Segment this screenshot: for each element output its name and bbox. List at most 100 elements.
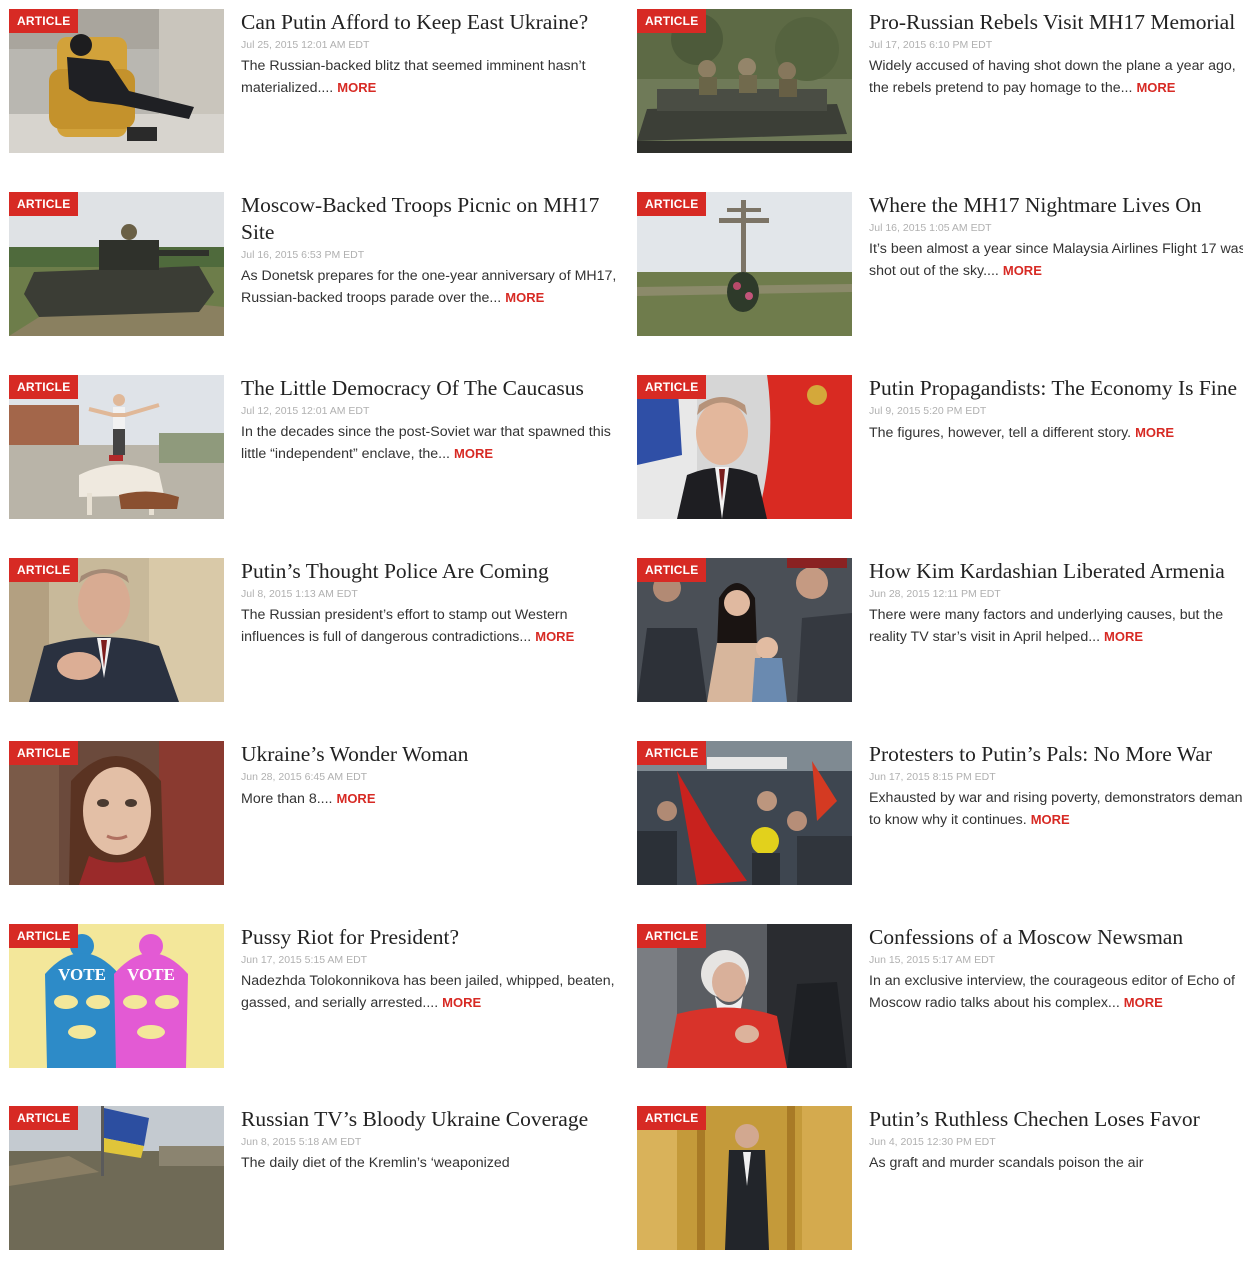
article-text: Ukraine’s Wonder Woman Jun 28, 2015 6:45… [241, 741, 623, 810]
article-excerpt: The Russian president’s effort to stamp … [241, 605, 623, 648]
article-title[interactable]: Where the MH17 Nightmare Lives On [869, 192, 1243, 219]
article-excerpt: Nadezhda Tolokonnikova has been jailed, … [241, 971, 623, 1014]
article-title[interactable]: Confessions of a Moscow Newsman [869, 924, 1243, 951]
article-text: Can Putin Afford to Keep East Ukraine? J… [241, 9, 623, 99]
excerpt-text: As graft and murder scandals poison the … [869, 1155, 1144, 1171]
more-link[interactable]: MORE [505, 290, 544, 305]
more-link[interactable]: MORE [1136, 80, 1175, 95]
more-link[interactable]: MORE [1124, 995, 1163, 1010]
article-excerpt: More than 8.... MORE [241, 788, 623, 810]
more-link[interactable]: MORE [442, 995, 481, 1010]
more-link[interactable]: MORE [535, 629, 574, 644]
excerpt-text: The Russian-backed blitz that seemed imm… [241, 58, 586, 96]
excerpt-text: It’s been almost a year since Malaysia A… [869, 241, 1243, 279]
article-title[interactable]: Moscow-Backed Troops Picnic on MH17 Site [241, 192, 623, 246]
article-thumbnail[interactable]: ARTICLE [637, 924, 852, 1068]
article-excerpt: The Russian-backed blitz that seemed imm… [241, 56, 623, 99]
more-link[interactable]: MORE [336, 791, 375, 806]
article-badge: ARTICLE [637, 741, 707, 765]
article-date: Jun 28, 2015 6:45 AM EDT [241, 771, 368, 783]
excerpt-text: Nadezhda Tolokonnikova has been jailed, … [241, 973, 615, 1011]
article-excerpt: It’s been almost a year since Malaysia A… [869, 239, 1243, 282]
article-thumbnail[interactable]: ARTICLE [9, 558, 224, 702]
article-thumbnail[interactable]: ARTICLE [637, 558, 852, 702]
article-title[interactable]: Putin’s Ruthless Chechen Loses Favor [869, 1106, 1243, 1133]
article-excerpt: The figures, however, tell a different s… [869, 422, 1243, 444]
more-link[interactable]: MORE [1031, 812, 1070, 827]
article-excerpt: In the decades since the post-Soviet war… [241, 422, 623, 465]
article-date: Jul 16, 2015 6:53 PM EDT [241, 249, 365, 261]
article-card: VOTE VOTE ARTICLE Pussy Riot for Preside… [9, 924, 629, 1084]
article-text: How Kim Kardashian Liberated Armenia Jun… [869, 558, 1243, 648]
more-link[interactable]: MORE [454, 446, 493, 461]
article-title[interactable]: Ukraine’s Wonder Woman [241, 741, 623, 768]
article-excerpt: Exhausted by war and rising poverty, dem… [869, 788, 1243, 831]
article-date: Jun 17, 2015 8:15 PM EDT [869, 771, 996, 783]
article-date: Jun 4, 2015 12:30 PM EDT [869, 1136, 996, 1148]
article-thumbnail[interactable]: ARTICLE [637, 9, 852, 153]
article-badge: ARTICLE [637, 558, 707, 582]
article-badge: ARTICLE [9, 741, 79, 765]
article-date: Jun 15, 2015 5:17 AM EDT [869, 954, 996, 966]
article-title[interactable]: The Little Democracy Of The Caucasus [241, 375, 623, 402]
article-grid: ARTICLE Can Putin Afford to Keep East Uk… [0, 0, 1243, 1250]
more-link[interactable]: MORE [1104, 629, 1143, 644]
article-card: ARTICLE Putin Propagandists: The Economy… [637, 375, 1243, 535]
article-card: ARTICLE Protesters to Putin’s Pals: No M… [637, 741, 1243, 901]
article-card: ARTICLE Where the MH17 Nightmare Lives O… [637, 192, 1243, 352]
article-text: Putin’s Thought Police Are Coming Jul 8,… [241, 558, 623, 648]
article-card: ARTICLE Putin’s Ruthless Chechen Loses F… [637, 1106, 1243, 1266]
article-title[interactable]: Pro-Russian Rebels Visit MH17 Memorial [869, 9, 1243, 36]
article-thumbnail[interactable]: ARTICLE [637, 375, 852, 519]
article-card: ARTICLE Ukraine’s Wonder Woman Jun 28, 2… [9, 741, 629, 901]
article-date: Jul 25, 2015 12:01 AM EDT [241, 39, 370, 51]
article-card: ARTICLE Pro-Russian Rebels Visit MH17 Me… [637, 9, 1243, 169]
article-title[interactable]: Putin Propagandists: The Economy Is Fine [869, 375, 1243, 402]
article-thumbnail[interactable]: ARTICLE [637, 741, 852, 885]
article-text: Putin Propagandists: The Economy Is Fine… [869, 375, 1243, 444]
excerpt-text: The Russian president’s effort to stamp … [241, 607, 568, 645]
article-text: Russian TV’s Bloody Ukraine Coverage Jun… [241, 1106, 623, 1174]
excerpt-text: There were many factors and underlying c… [869, 607, 1224, 645]
article-excerpt: Widely accused of having shot down the p… [869, 56, 1243, 99]
article-date: Jul 9, 2015 5:20 PM EDT [869, 405, 987, 417]
article-date: Jun 28, 2015 12:11 PM EDT [869, 588, 1001, 600]
article-text: Protesters to Putin’s Pals: No More War … [869, 741, 1243, 831]
article-date: Jul 17, 2015 6:10 PM EDT [869, 39, 993, 51]
excerpt-text: The daily diet of the Kremlin’s ‘weaponi… [241, 1155, 510, 1171]
article-badge: ARTICLE [9, 375, 79, 399]
article-title[interactable]: Putin’s Thought Police Are Coming [241, 558, 623, 585]
article-card: ARTICLE Russian TV’s Bloody Ukraine Cove… [9, 1106, 629, 1266]
more-link[interactable]: MORE [337, 80, 376, 95]
article-badge: ARTICLE [637, 192, 707, 216]
article-thumbnail[interactable]: ARTICLE [637, 1106, 852, 1250]
article-title[interactable]: Can Putin Afford to Keep East Ukraine? [241, 9, 623, 36]
article-title[interactable]: Russian TV’s Bloody Ukraine Coverage [241, 1106, 623, 1133]
more-link[interactable]: MORE [1003, 263, 1042, 278]
article-date: Jul 12, 2015 12:01 AM EDT [241, 405, 370, 417]
article-text: The Little Democracy Of The Caucasus Jul… [241, 375, 623, 465]
excerpt-text: The figures, however, tell a different s… [869, 425, 1132, 441]
article-title[interactable]: How Kim Kardashian Liberated Armenia [869, 558, 1243, 585]
article-text: Confessions of a Moscow Newsman Jun 15, … [869, 924, 1243, 1014]
article-thumbnail[interactable]: ARTICLE [9, 192, 224, 336]
article-badge: ARTICLE [637, 924, 707, 948]
article-thumbnail[interactable]: ARTICLE [9, 741, 224, 885]
article-excerpt: There were many factors and underlying c… [869, 605, 1243, 648]
article-badge: ARTICLE [637, 1106, 707, 1130]
article-title[interactable]: Pussy Riot for President? [241, 924, 623, 951]
article-thumbnail[interactable]: ARTICLE [9, 1106, 224, 1250]
article-thumbnail[interactable]: ARTICLE [637, 192, 852, 336]
article-thumbnail[interactable]: ARTICLE [9, 375, 224, 519]
more-link[interactable]: MORE [1135, 425, 1174, 440]
article-text: Moscow-Backed Troops Picnic on MH17 Site… [241, 192, 623, 309]
article-title[interactable]: Protesters to Putin’s Pals: No More War [869, 741, 1243, 768]
article-badge: ARTICLE [637, 375, 707, 399]
article-badge: ARTICLE [9, 9, 79, 33]
vote-text-right: VOTE [127, 965, 175, 984]
article-thumbnail[interactable]: VOTE VOTE ARTICLE [9, 924, 224, 1068]
article-badge: ARTICLE [9, 1106, 79, 1130]
article-thumbnail[interactable]: ARTICLE [9, 9, 224, 153]
excerpt-text: In the decades since the post-Soviet war… [241, 424, 611, 462]
excerpt-text: As Donetsk prepares for the one-year ann… [241, 268, 617, 306]
